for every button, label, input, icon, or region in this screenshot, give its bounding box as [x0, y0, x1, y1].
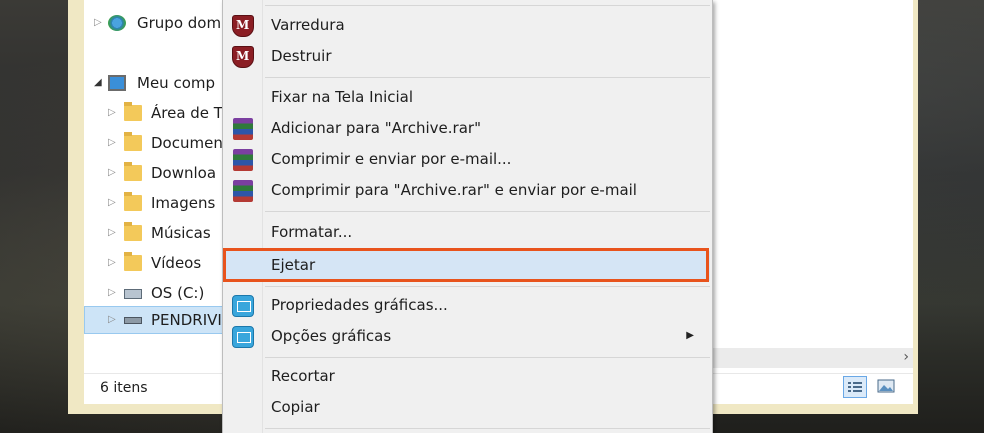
context-menu: M Varredura M Destruir Fixar na Tela Ini…: [222, 0, 713, 433]
expand-arrow-icon[interactable]: ▷: [94, 17, 102, 28]
winrar-icon: [233, 180, 253, 202]
menu-item-adicionar-archive[interactable]: Adicionar para "Archive.rar": [223, 114, 710, 144]
tree-item-desktop[interactable]: ▷ Área de T: [84, 100, 224, 128]
menu-item-fixar-tela-inicial[interactable]: Fixar na Tela Inicial: [223, 83, 710, 113]
menu-item-recortar[interactable]: Recortar: [223, 362, 710, 392]
drive-c-icon: [124, 289, 142, 299]
menu-item-label: Varredura: [271, 16, 345, 34]
usb-drive-icon: [124, 317, 142, 324]
tree-item-drive-c[interactable]: ▷ OS (C:): [84, 280, 224, 308]
large-icons-view-icon: [877, 379, 895, 393]
intel-graphics-icon: [232, 326, 254, 348]
menu-item-label: Recortar: [271, 367, 335, 385]
menu-separator: [265, 357, 710, 358]
tree-item-documents[interactable]: ▷ Documen: [84, 130, 224, 158]
menu-item-opcoes-graficas[interactable]: Opções gráficas ▶: [223, 322, 710, 352]
tree-label: OS (C:): [151, 284, 205, 302]
tree-item-usb-drive[interactable]: ▷ PENDRIVI: [84, 306, 224, 334]
winrar-icon: [233, 118, 253, 140]
tree-label: Área de T: [151, 104, 223, 122]
videos-folder-icon: [124, 252, 142, 271]
large-icons-view-button[interactable]: [875, 376, 899, 398]
tree-item-downloads[interactable]: ▷ Downloa: [84, 160, 224, 188]
menu-separator: [265, 286, 710, 287]
tree-label: Músicas: [151, 224, 211, 242]
expand-arrow-icon[interactable]: ▷: [108, 227, 116, 238]
intel-graphics-icon: [232, 295, 254, 317]
menu-separator: [265, 5, 710, 6]
submenu-arrow-icon: ▶: [686, 330, 694, 341]
tree-label: Documen: [151, 134, 223, 152]
downloads-folder-icon: [124, 162, 142, 181]
tree-label: PENDRIVI: [151, 311, 222, 329]
details-view-icon: [848, 382, 862, 392]
tree-item-videos[interactable]: ▷ Vídeos: [84, 250, 224, 278]
expand-arrow-icon[interactable]: ▷: [108, 287, 116, 298]
menu-separator: [265, 77, 710, 78]
desktop-folder-icon: [124, 102, 142, 121]
menu-item-destruir[interactable]: M Destruir: [223, 42, 710, 72]
menu-separator: [265, 211, 710, 212]
homegroup-icon: [108, 15, 126, 31]
details-view-button[interactable]: [843, 376, 867, 398]
menu-item-label: Destruir: [271, 47, 332, 65]
expand-arrow-icon[interactable]: ▷: [108, 107, 116, 118]
menu-item-copiar[interactable]: Copiar: [223, 393, 710, 423]
menu-item-label: Comprimir para "Archive.rar" e enviar po…: [271, 181, 637, 199]
tree-item-computer[interactable]: ◢ Meu comp: [84, 70, 224, 98]
menu-item-label: Copiar: [271, 398, 320, 416]
ejetar-highlight-box: [223, 248, 709, 282]
mcafee-shield-icon: M: [232, 15, 254, 37]
menu-item-propriedades-graficas[interactable]: Propriedades gráficas...: [223, 291, 710, 321]
menu-item-formatar[interactable]: Formatar...: [223, 218, 710, 248]
menu-item-label: Propriedades gráficas...: [271, 296, 448, 314]
menu-item-comprimir-archive-email[interactable]: Comprimir para "Archive.rar" e enviar po…: [223, 176, 710, 206]
tree-label: Grupo dom: [137, 14, 222, 32]
winrar-icon: [233, 149, 253, 171]
menu-item-label: Adicionar para "Archive.rar": [271, 119, 481, 137]
menu-item-label: Formatar...: [271, 223, 353, 241]
collapse-arrow-icon[interactable]: ◢: [94, 77, 102, 88]
music-folder-icon: [124, 222, 142, 241]
horizontal-scrollbar[interactable]: ›: [711, 348, 913, 368]
menu-item-label: Comprimir e enviar por e-mail...: [271, 150, 512, 168]
tree-label: Downloa: [151, 164, 217, 182]
tree-label: Vídeos: [151, 254, 202, 272]
menu-item-label: Fixar na Tela Inicial: [271, 88, 414, 106]
documents-folder-icon: [124, 132, 142, 151]
menu-item-comprimir-email[interactable]: Comprimir e enviar por e-mail...: [223, 145, 710, 175]
menu-separator: [265, 428, 710, 429]
expand-arrow-icon[interactable]: ▷: [108, 197, 116, 208]
expand-arrow-icon[interactable]: ▷: [108, 257, 116, 268]
tree-item-homegroup[interactable]: ▷ Grupo dom: [84, 10, 224, 38]
scroll-right-icon[interactable]: ›: [903, 349, 909, 365]
menu-item-label: Opções gráficas: [271, 327, 392, 345]
computer-icon: [108, 75, 126, 91]
tree-item-music[interactable]: ▷ Músicas: [84, 220, 224, 248]
item-count: 6 itens: [100, 380, 148, 396]
tree-item-pictures[interactable]: ▷ Imagens: [84, 190, 224, 218]
expand-arrow-icon[interactable]: ▷: [108, 137, 116, 148]
expand-arrow-icon[interactable]: ▷: [108, 314, 116, 325]
expand-arrow-icon[interactable]: ▷: [108, 167, 116, 178]
menu-item-varredura[interactable]: M Varredura: [223, 11, 710, 41]
tree-label: Meu comp: [137, 74, 216, 92]
pictures-folder-icon: [124, 192, 142, 211]
tree-label: Imagens: [151, 194, 216, 212]
mcafee-shield-icon: M: [232, 46, 254, 68]
